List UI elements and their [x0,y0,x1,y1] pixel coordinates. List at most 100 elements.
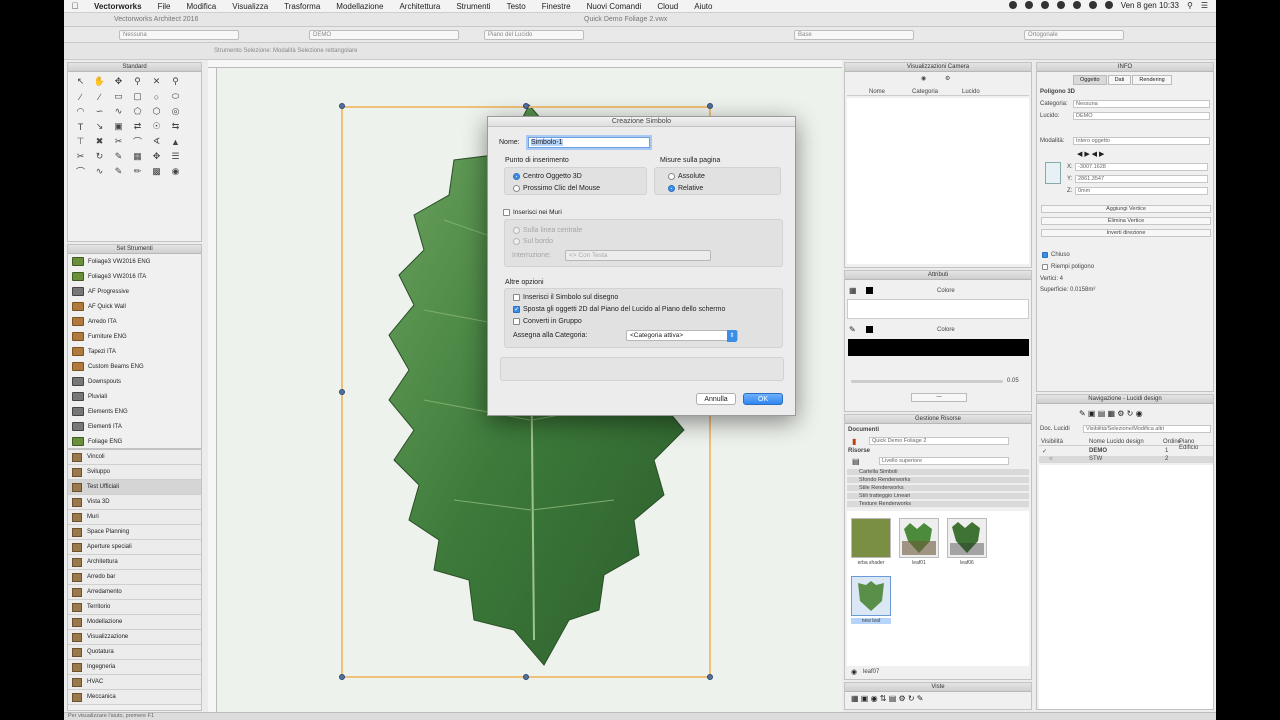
absolute-radio[interactable] [668,173,675,180]
table-row[interactable]: ○ STW 2 [1039,456,1213,463]
rotate-tool-icon[interactable]: ↻ [90,149,109,164]
navigation-toolbar-icon[interactable]: ✎ ▣ ▤ ▦ ⚙ ↻ ◉ [1079,409,1143,418]
arrowheads-icon[interactable]: — [911,393,967,402]
tool-category[interactable]: Modellazione [68,615,201,630]
insertion-center-radio[interactable] [513,173,520,180]
rectangle-tool-icon[interactable]: ▭ [109,89,128,104]
spiral-tool-icon[interactable]: ◎ [166,104,185,119]
resource-folder-row[interactable]: Stili tratteggio Lineari [847,493,1029,500]
mirror-tool-icon[interactable]: ⇆ [166,119,185,134]
resource-folder-row[interactable]: Sfondo Renderworks [847,477,1029,484]
regular-polygon-icon[interactable]: ⬡ [147,104,166,119]
tool-category[interactable]: Aperture speciali [68,540,201,555]
tool-category[interactable]: HVAC [68,675,201,690]
selection-handle[interactable] [707,674,713,680]
delete-vertex-button[interactable]: Elimina Vertice [1041,217,1211,225]
pen-icon[interactable]: ✎ [849,325,856,334]
menu-trasforma[interactable]: Trasforma [276,2,328,11]
relative-radio[interactable] [668,185,675,192]
convert-group-checkbox[interactable] [513,318,520,325]
polygon-tool-icon[interactable]: ⬠ [128,104,147,119]
views-list[interactable] [847,98,1029,264]
layer-field[interactable]: DEMO [309,30,459,40]
fill-color-label[interactable]: Colore [937,288,955,294]
layer-select[interactable]: DEMO [1073,112,1210,120]
tool-category[interactable]: Ingegneria [68,660,201,675]
selection-handle[interactable] [339,103,345,109]
menu-visualizza[interactable]: Visualizza [224,2,276,11]
tool-set-item[interactable]: Arredo ITA [68,314,201,329]
scale-tool-icon[interactable]: ✕ [147,74,166,89]
pen-color-label[interactable]: Colore [937,327,955,333]
zoom-tool-icon[interactable]: ⚲ [128,74,147,89]
insert-symbol-checkbox[interactable] [513,294,520,301]
symbol-tool-icon[interactable]: ▣ [109,119,128,134]
selection-handle[interactable] [339,389,345,395]
tool-category[interactable]: Visualizzazione [68,630,201,645]
tool-category-selected[interactable]: Test Ufficiali [68,480,201,495]
menu-modifica[interactable]: Modifica [178,2,224,11]
insert-in-walls-checkbox[interactable] [503,209,510,216]
menu-testo[interactable]: Testo [499,2,534,11]
resource-thumb-grass[interactable] [851,518,891,558]
break-select[interactable]: <> Con Testa [565,250,711,261]
selection-handle[interactable] [523,674,529,680]
battery-icon[interactable] [1104,1,1113,9]
offset-tool-icon[interactable]: ⊤ [71,134,90,149]
trim-tool-icon[interactable]: ✖ [90,134,109,149]
tool-category[interactable]: Territorio [68,600,201,615]
clip-tool-icon[interactable]: ✂ [71,149,90,164]
menu-strumenti[interactable]: Strumenti [448,2,498,11]
dropbox-icon[interactable] [1008,1,1017,9]
options-icon[interactable]: ⚙ [945,75,950,82]
ok-button[interactable]: OK [743,393,783,405]
symbol-name-input[interactable]: Simbolo-1 [528,137,650,148]
sync-icon[interactable] [1040,1,1049,9]
oval-tool-icon[interactable]: ⬭ [166,89,185,104]
callout-tool-icon[interactable]: ↘ [90,119,109,134]
freehand-tool-icon[interactable]: ∽ [90,104,109,119]
tool-category[interactable]: Space Planning [68,525,201,540]
attribute-mapping-icon[interactable]: ▦ [128,149,147,164]
eyedropper-tool-icon[interactable]: ✎ [109,149,128,164]
tool-category[interactable]: Arredamento [68,585,201,600]
visibility-icon[interactable]: ○ [1049,456,1053,462]
volume-icon[interactable] [1088,1,1097,9]
menu-list-icon[interactable]: ☰ [1201,1,1208,10]
brush-tool-icon[interactable]: ✏ [128,164,147,179]
add-vertex-button[interactable]: Aggiungi Vertice [1041,205,1211,213]
pan-tool-icon[interactable]: ✋ [90,74,109,89]
closed-checkbox[interactable] [1042,252,1048,258]
fill-icon[interactable]: ▦ [849,286,857,295]
tab-rendering[interactable]: Rendering [1132,75,1172,85]
wall-edge-radio[interactable] [513,238,520,245]
cancel-button[interactable]: Annulla [696,393,736,405]
tool-set-item[interactable]: Pluviali [68,389,201,404]
table-row[interactable]: ✓ DEMO 1 [1039,448,1213,455]
resource-thumb-leaf06[interactable] [947,518,987,558]
menu-app[interactable]: Vectorworks [86,2,150,11]
zoom-window-icon[interactable]: ⚲ [166,74,185,89]
clock[interactable]: Ven 8 gen 10:33 [1121,1,1179,10]
reverse-direction-button[interactable]: Inverti direzione [1041,229,1211,237]
menu-finestre[interactable]: Finestre [534,2,579,11]
fill-color-swatch[interactable] [866,287,873,294]
class-select[interactable]: Nessuna [1073,100,1210,108]
wifi-icon[interactable] [1072,1,1081,9]
flyover-tool-icon[interactable]: ✥ [109,74,128,89]
tool-category[interactable]: Muri [68,510,201,525]
resource-folder-row[interactable]: Texture Renderworks [847,501,1029,508]
plane-field[interactable]: Piano del Lucido [484,30,584,40]
bezier-tool-icon[interactable]: ∿ [90,164,109,179]
render-field[interactable]: Ortogonale [1024,30,1124,40]
tool-set-item[interactable]: Foliage3 VW2016 ENG [68,254,201,269]
mode-select[interactable]: Intero oggetto [1073,137,1210,145]
fillet-tool-icon[interactable]: ⌒ [128,134,147,149]
search-icon[interactable]: ⚲ [1187,1,1193,10]
menu-cloud[interactable]: Cloud [649,2,686,11]
split-tool-icon[interactable]: ✂ [109,134,128,149]
bluetooth-icon[interactable] [1056,1,1065,9]
menu-architettura[interactable]: Architettura [391,2,448,11]
tool-category[interactable]: Vista 3D [68,495,201,510]
tool-set-item[interactable]: Furniture ENG [68,329,201,344]
